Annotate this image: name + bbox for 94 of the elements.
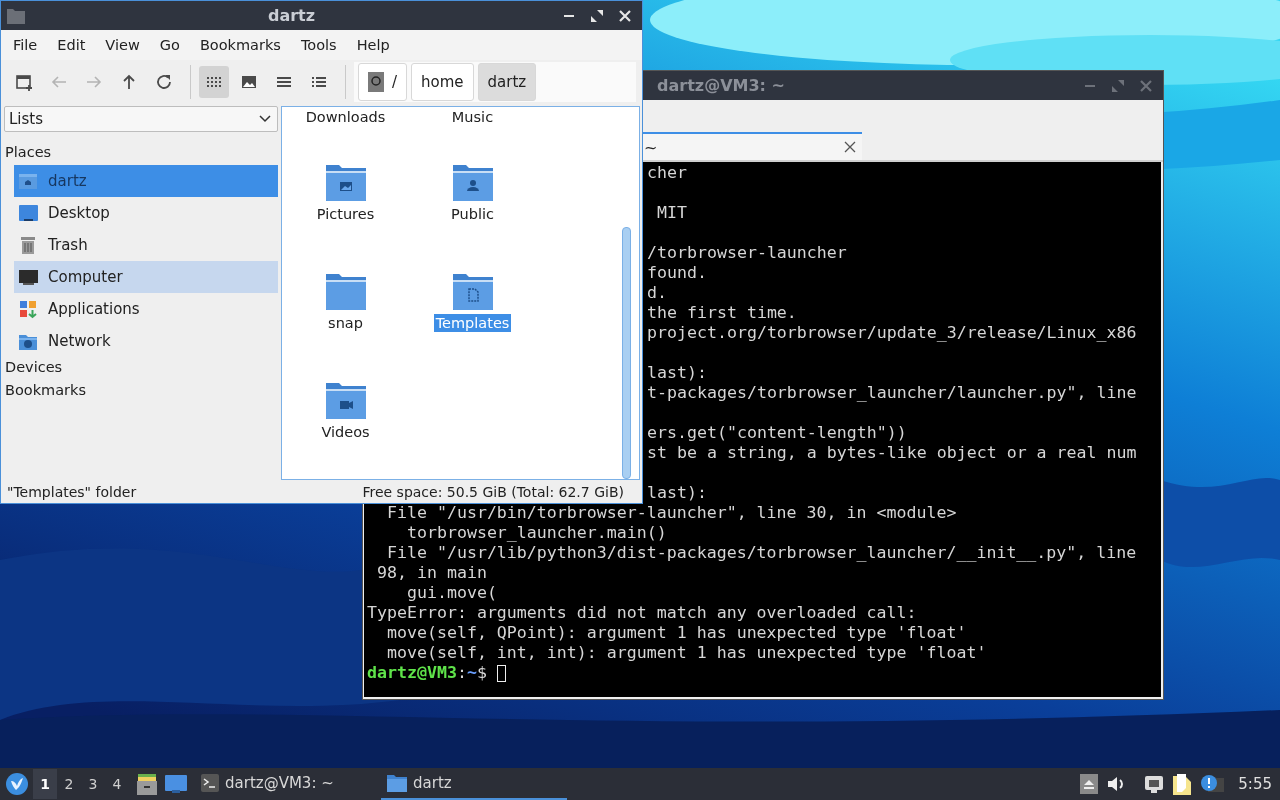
terminal-line: File "/usr/bin/torbrowser-launcher", line 30, in <module> <box>385 503 958 523</box>
sidebar-item[interactable]: dartz <box>14 165 278 197</box>
workspace-button[interactable]: 4 <box>105 769 129 799</box>
menu-item[interactable]: Bookmarks <box>189 33 291 57</box>
terminal-line: TypeError: arguments did not match any overloaded call: <box>367 603 918 623</box>
terminal-icon <box>201 774 219 792</box>
folder-icon[interactable] <box>452 272 493 310</box>
file-name[interactable]: Videos <box>319 423 372 441</box>
chevron-down-icon <box>259 115 271 123</box>
prompt-separator: : <box>456 663 467 683</box>
terminal-line: cher <box>647 163 688 183</box>
new-tab-icon <box>14 72 34 92</box>
icons-view-button[interactable] <box>199 66 229 98</box>
sidebar-item[interactable]: Computer <box>14 261 278 293</box>
terminal-line: gui.move( <box>405 583 498 603</box>
file-name[interactable]: Downloads <box>303 108 388 126</box>
sidebar-item[interactable]: Network <box>14 325 278 357</box>
file-name[interactable]: Public <box>449 205 496 223</box>
start-menu-icon[interactable] <box>5 772 29 796</box>
folder-icon[interactable] <box>452 163 493 201</box>
desktop-icon <box>18 202 39 224</box>
terminal-line: 98, in main <box>376 563 488 583</box>
terminal-line: /torbrowser-launcher <box>647 243 848 263</box>
close-icon <box>844 141 856 153</box>
taskbar-task[interactable]: dartz@VM3: ~ <box>195 768 381 800</box>
tab-label: ~ <box>644 137 658 157</box>
workspace-button[interactable]: 3 <box>81 769 105 799</box>
selection-status: "Templates" folder <box>7 483 137 500</box>
eject-icon[interactable] <box>1080 774 1099 794</box>
file-cabinet-icon[interactable] <box>137 773 157 795</box>
menu-item[interactable]: Help <box>346 33 400 57</box>
terminal-line: found. <box>647 263 708 283</box>
close-icon <box>619 9 631 22</box>
section-header[interactable]: Devices <box>4 357 278 380</box>
prompt-user: dartz@VM3 <box>367 663 457 683</box>
section-header[interactable]: Places <box>4 142 278 165</box>
terminal-line: last): <box>647 483 708 503</box>
minimize-icon <box>564 14 574 17</box>
close-icon <box>1140 79 1152 92</box>
folder-icon <box>387 774 407 792</box>
terminal-line: st be a string, a bytes-like object or a real num <box>647 443 1138 463</box>
path-button[interactable]: / <box>358 63 408 101</box>
apps-icon <box>18 298 39 320</box>
prompt-symbol: $ <box>476 663 487 683</box>
folder-icon <box>7 7 25 24</box>
path-button[interactable]: dartz <box>477 63 537 101</box>
desktop-icon[interactable] <box>165 775 187 793</box>
folder-icon[interactable] <box>325 163 366 201</box>
menu-item[interactable]: Tools <box>290 33 347 57</box>
menu-item[interactable]: Edit <box>47 33 96 57</box>
terminal-line: d. <box>647 283 668 303</box>
menu-item[interactable]: Go <box>149 33 190 57</box>
folder-icon[interactable] <box>325 272 366 310</box>
folder-icon[interactable] <box>325 381 366 419</box>
free-space-status: Free space: 50.5 GiB (Total: 62.7 GiB) <box>362 483 624 500</box>
terminal-line: project.org/torbrowser/update_3/release/Linux_x86 <box>647 323 1138 343</box>
window-title: dartz@VM3: ~ <box>657 76 785 95</box>
menu-item[interactable]: File <box>3 33 48 57</box>
scrollbar[interactable] <box>622 227 631 479</box>
text-cursor <box>496 664 506 682</box>
prompt-path: ~ <box>466 663 477 683</box>
file-name[interactable]: Pictures <box>314 205 377 223</box>
taskbar-task[interactable]: dartz <box>381 768 567 800</box>
drive-icon <box>368 72 384 92</box>
terminal-line: MIT <box>656 203 688 223</box>
clock: 5:55 <box>1238 775 1272 793</box>
window-title: dartz <box>267 6 316 25</box>
terminal-line: last): <box>647 363 708 383</box>
terminal-line: the first time. <box>647 303 798 323</box>
side-pane-dropdown[interactable]: Lists <box>4 106 278 132</box>
sidebar-item[interactable]: Applications <box>14 293 278 325</box>
notification-icon[interactable] <box>1200 774 1225 794</box>
file-name[interactable]: Music <box>449 108 496 126</box>
terminal-tab[interactable]: ~ <box>642 132 862 160</box>
reload-icon <box>154 72 174 92</box>
sidebar-item[interactable]: Desktop <box>14 197 278 229</box>
terminal-line: ers.get("content-length")) <box>647 423 908 443</box>
path-button[interactable]: home <box>411 63 474 101</box>
menu-item[interactable]: View <box>95 33 150 57</box>
terminal-line: move(self, QPoint): argument 1 has unexpected type 'float' <box>385 623 968 643</box>
terminal-line: move(self, int, int): argument 1 has unexpected type 'float' <box>385 643 988 663</box>
terminal-line: torbrowser_launcher.main() <box>405 523 668 543</box>
file-name[interactable]: snap <box>326 314 365 332</box>
close-tab-button[interactable] <box>844 141 856 153</box>
restore-icon <box>1111 78 1125 93</box>
sidebar-item[interactable]: Trash <box>14 229 278 261</box>
network-icon[interactable] <box>1144 775 1165 793</box>
notes-icon[interactable] <box>1172 773 1193 795</box>
workspace-button[interactable]: 2 <box>57 769 81 799</box>
section-header[interactable]: Bookmarks <box>4 380 278 403</box>
workspace-button[interactable]: 1 <box>33 769 57 799</box>
terminal-line: t-packages/torbrowser_launcher/launcher.py", line <box>647 383 1138 403</box>
restore-icon <box>590 8 604 23</box>
terminal-line: File "/usr/lib/python3/dist-packages/torbrowser_launcher/__init__.py", line <box>385 543 1138 563</box>
